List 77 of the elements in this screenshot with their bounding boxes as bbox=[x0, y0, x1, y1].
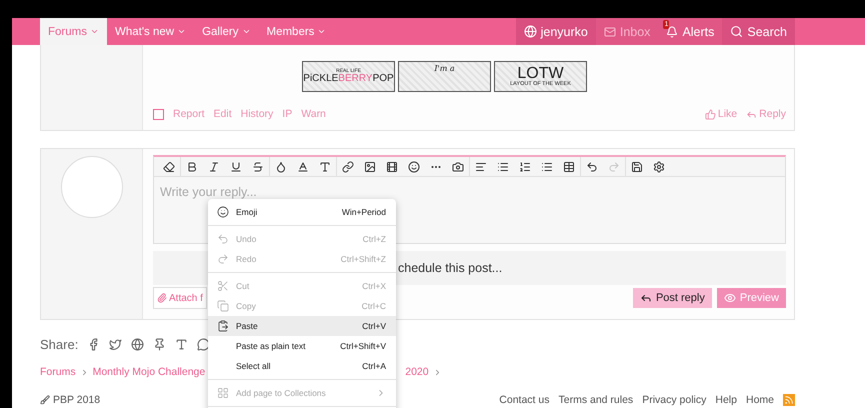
nav-tab[interactable]: Forums bbox=[40, 18, 107, 45]
breadcrumb-link[interactable]: 2020 bbox=[405, 366, 429, 378]
image-icon bbox=[364, 160, 376, 172]
eye-icon bbox=[724, 292, 736, 304]
table-icon bbox=[563, 160, 575, 172]
preview-button[interactable]: Preview bbox=[716, 288, 786, 308]
pin-icon[interactable] bbox=[153, 338, 166, 351]
align-icon bbox=[475, 160, 487, 172]
italic-icon bbox=[208, 160, 220, 172]
scissors-icon bbox=[217, 280, 229, 292]
menu-item[interactable]: Paste as plain text Ctrl+Shift+V bbox=[208, 336, 396, 356]
reply-link[interactable]: Reply bbox=[746, 108, 786, 120]
menu-item[interactable]: Paste Ctrl+V bbox=[208, 316, 396, 336]
clipboard-icon bbox=[217, 320, 229, 332]
grid-icon bbox=[217, 387, 229, 399]
thumbs-up-icon bbox=[704, 108, 716, 120]
post-action-link[interactable]: IP bbox=[282, 108, 292, 120]
settings-icon bbox=[653, 160, 665, 172]
droplet-icon bbox=[275, 160, 287, 172]
like-link[interactable]: Like bbox=[704, 108, 738, 120]
paperclip-icon bbox=[157, 293, 167, 303]
post-action-link[interactable]: Edit bbox=[214, 108, 232, 120]
banner-image: I'm a bbox=[398, 61, 491, 92]
caret-icon bbox=[242, 27, 250, 36]
menu-item[interactable]: Emoji Win+Period bbox=[208, 202, 396, 222]
caret-icon bbox=[177, 27, 186, 36]
chat-icon[interactable] bbox=[197, 338, 210, 351]
menu-item[interactable]: Select all Ctrl+A bbox=[208, 356, 396, 376]
nav-tab[interactable]: Members bbox=[258, 18, 334, 45]
bell-icon bbox=[666, 26, 678, 38]
text-size-icon bbox=[319, 160, 331, 172]
select-checkbox[interactable] bbox=[153, 108, 164, 120]
eraser-icon bbox=[163, 160, 175, 172]
footer-link[interactable]: Privacy policy bbox=[642, 394, 706, 406]
reply-arrow-icon bbox=[640, 292, 652, 304]
footer-link[interactable]: Home bbox=[746, 394, 774, 406]
search-icon bbox=[730, 25, 744, 38]
smiley-icon bbox=[217, 206, 229, 218]
reply-arrow-icon bbox=[746, 108, 758, 120]
bold-icon bbox=[186, 160, 198, 172]
save-icon bbox=[631, 160, 643, 172]
globe-icon bbox=[524, 25, 537, 38]
bird-icon[interactable] bbox=[109, 338, 122, 351]
search-link[interactable]: Search bbox=[722, 18, 795, 45]
t-icon[interactable] bbox=[175, 338, 188, 351]
post-action-link[interactable]: Report bbox=[173, 108, 205, 120]
post-reply-button[interactable]: Post reply bbox=[632, 288, 712, 308]
copyright-text: PBP 2018 bbox=[53, 394, 100, 406]
redo-icon bbox=[608, 160, 620, 172]
link-icon bbox=[342, 160, 354, 172]
footer-link[interactable]: Terms and rules bbox=[558, 394, 634, 406]
envelope-icon bbox=[604, 26, 616, 38]
user-menu[interactable]: jenyurko bbox=[516, 18, 596, 45]
video-icon bbox=[386, 160, 398, 172]
camera-icon bbox=[452, 160, 464, 172]
font-color-icon bbox=[297, 160, 309, 172]
strikethrough-icon bbox=[252, 160, 264, 172]
undo-icon bbox=[217, 233, 229, 245]
nav-tab[interactable]: Gallery bbox=[194, 18, 258, 45]
attach-button[interactable]: Attach f bbox=[153, 287, 207, 309]
breadcrumb-link[interactable]: Monthly Mojo Challenge bbox=[92, 366, 206, 378]
numbered-list-icon bbox=[519, 160, 531, 172]
footer-link[interactable]: Contact us bbox=[499, 394, 550, 406]
caret-icon bbox=[90, 27, 99, 36]
copy-icon bbox=[217, 300, 229, 312]
smiley-icon bbox=[408, 160, 420, 172]
undo-icon bbox=[586, 160, 598, 172]
caret-icon bbox=[317, 27, 326, 36]
breadcrumb-link[interactable]: Forums bbox=[40, 366, 76, 378]
footer-link[interactable]: Help bbox=[715, 394, 737, 406]
redo-icon bbox=[217, 253, 229, 265]
nav-tab[interactable]: What's new bbox=[106, 18, 194, 45]
underline-icon bbox=[230, 160, 242, 172]
post-action-link[interactable]: History bbox=[240, 108, 274, 120]
brush-icon bbox=[40, 395, 50, 405]
post-action-link[interactable]: Warn bbox=[301, 108, 326, 120]
share-label: Share: bbox=[40, 337, 78, 352]
